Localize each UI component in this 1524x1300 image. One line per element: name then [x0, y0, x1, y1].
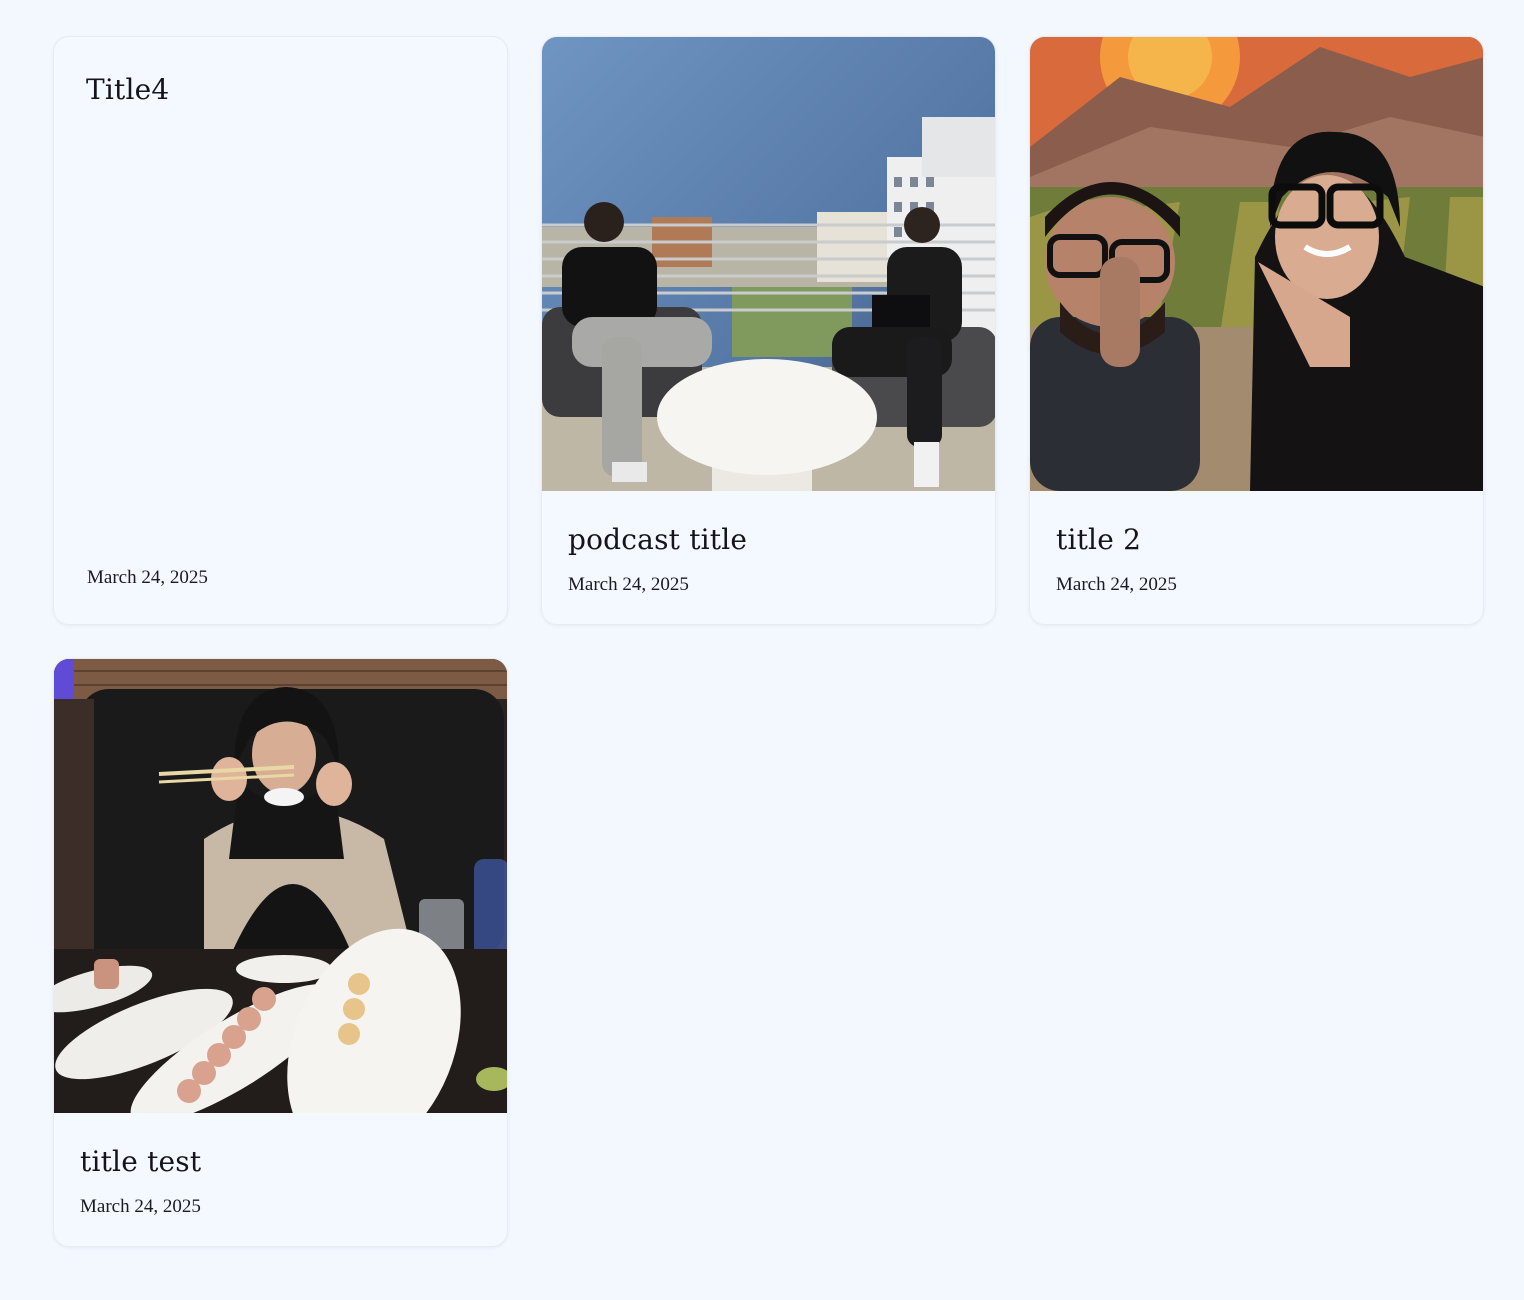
post-image-rooftop[interactable]: [542, 37, 995, 491]
post-grid: Title4 March 24, 2025 podcast title Marc…: [53, 36, 1485, 1247]
post-date: March 24, 2025: [80, 1196, 201, 1217]
post-title: Title4: [86, 73, 170, 106]
post-image-sushi[interactable]: [54, 659, 507, 1113]
post-date: March 24, 2025: [1056, 574, 1177, 595]
post-date: March 24, 2025: [87, 567, 208, 588]
post-card-title-2[interactable]: title 2 March 24, 2025: [1029, 36, 1484, 625]
post-card-podcast-title[interactable]: podcast title March 24, 2025: [541, 36, 996, 625]
post-title: podcast title: [568, 523, 748, 556]
post-image-selfie[interactable]: [1030, 37, 1483, 491]
post-card-title-test[interactable]: title test March 24, 2025: [53, 658, 508, 1247]
post-date: March 24, 2025: [568, 574, 689, 595]
post-title: title test: [80, 1145, 202, 1178]
post-card-title4[interactable]: Title4 March 24, 2025: [53, 36, 508, 625]
post-title: title 2: [1056, 523, 1142, 556]
